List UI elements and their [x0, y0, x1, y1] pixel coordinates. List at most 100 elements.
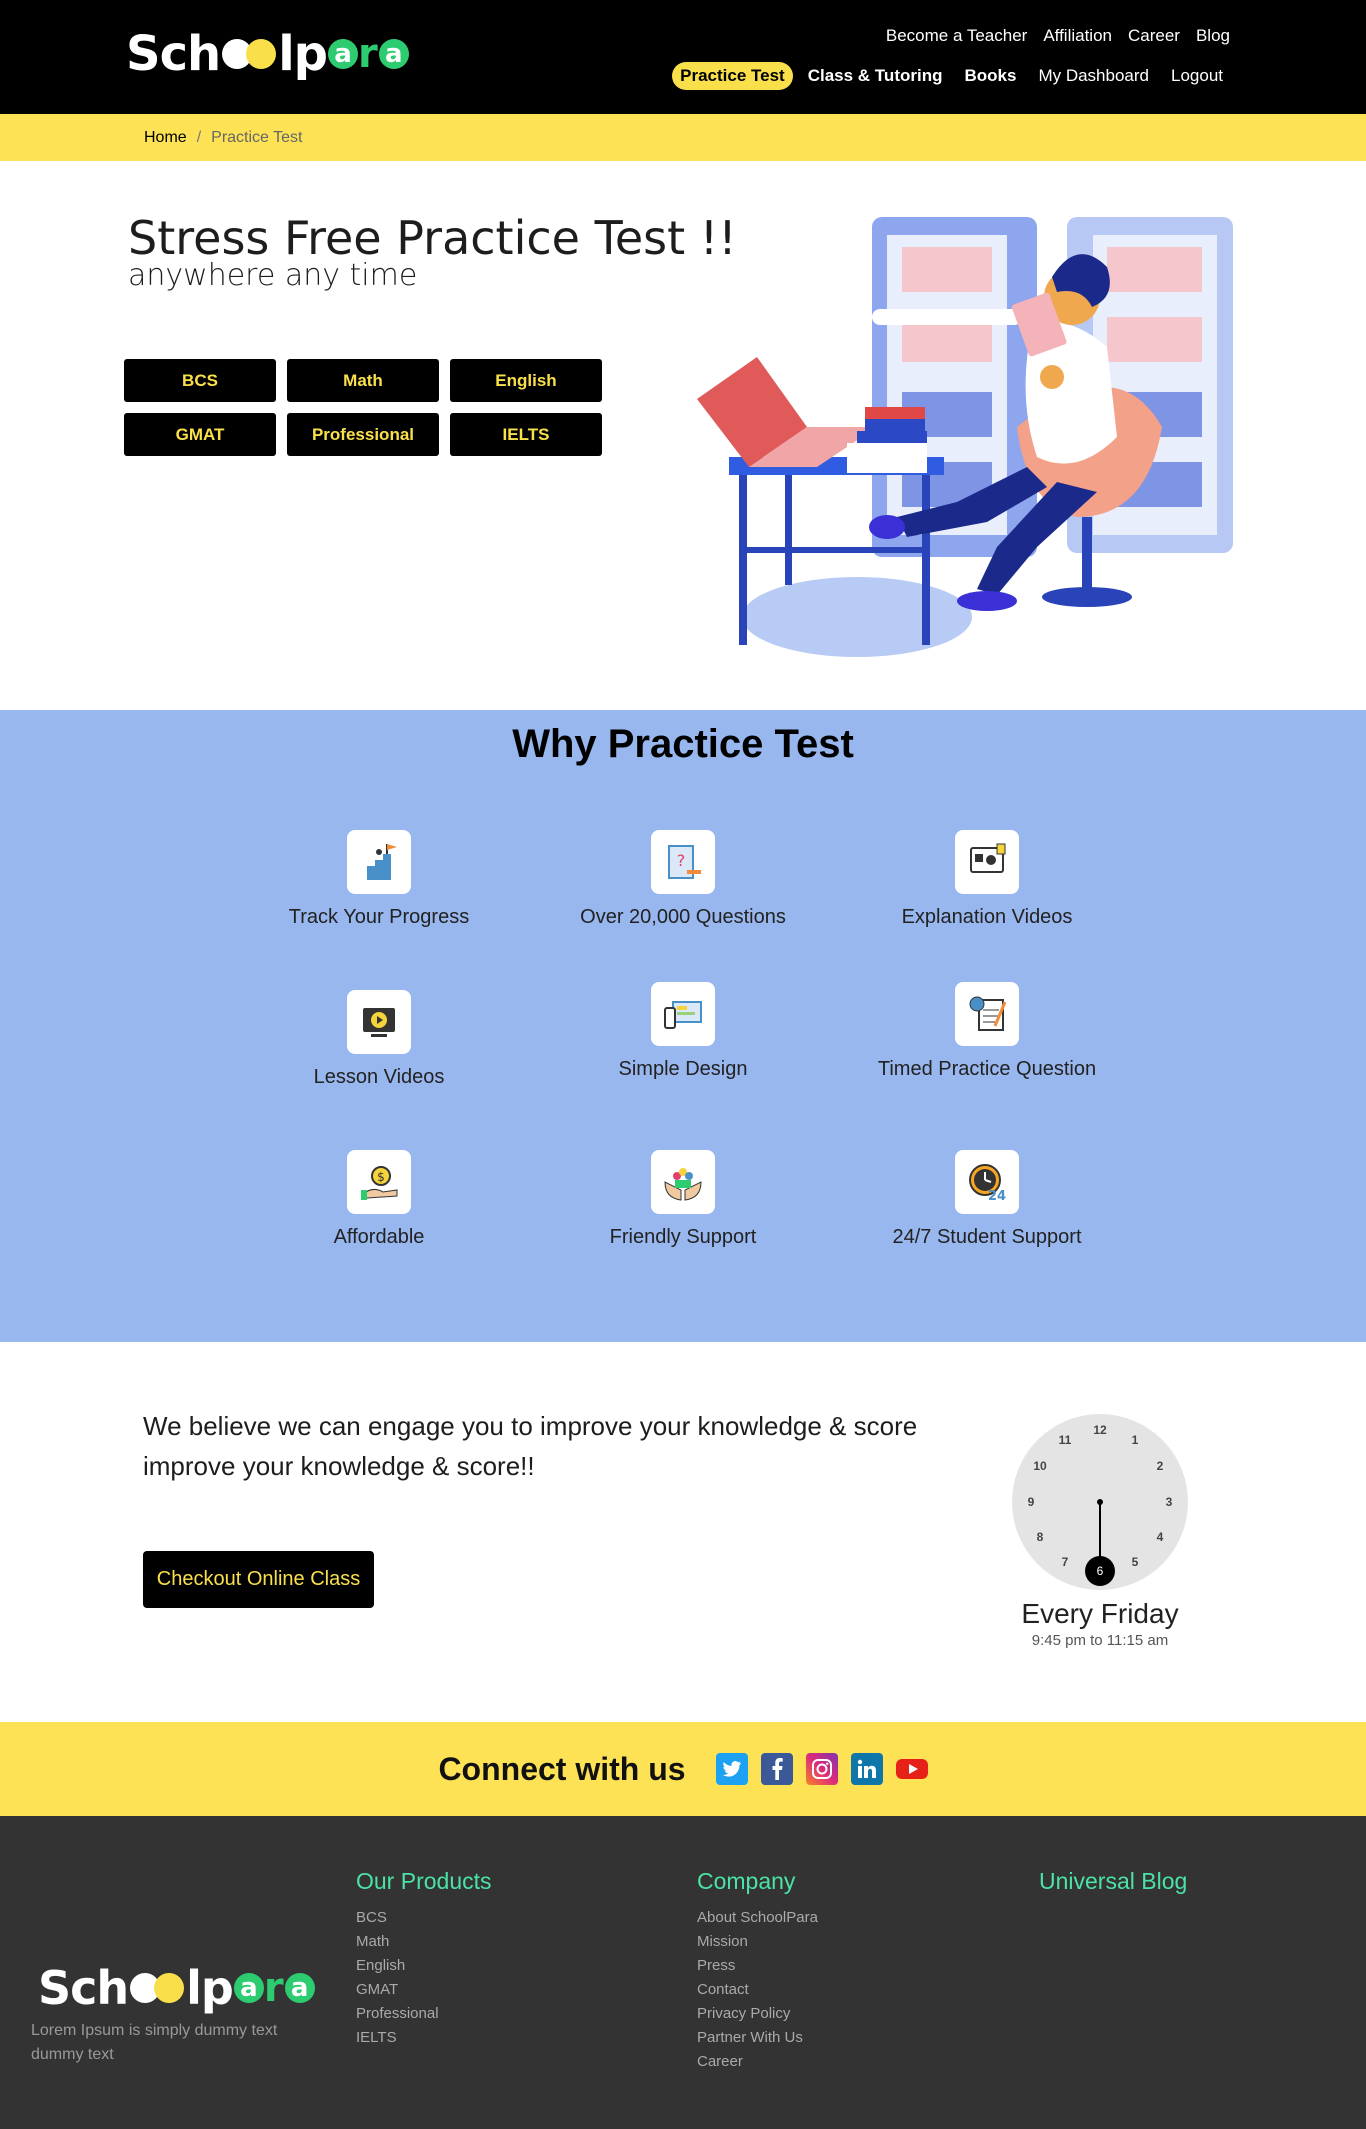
feature-timed-practice: Timed Practice Question [847, 982, 1127, 1081]
subject-chips: BCS Math English GMAT Professional IELTS [124, 359, 602, 456]
feature-label: Lesson Videos [313, 1066, 445, 1088]
clock-number: 1 [1131, 1433, 1139, 1447]
clock-number: 7 [1061, 1555, 1069, 1569]
footer-link[interactable]: BCS [356, 1906, 492, 1930]
footer-logo[interactable]: Sch lp a r a [38, 1961, 315, 2015]
clock-number: 3 [1165, 1495, 1173, 1509]
breadcrumb-separator: / [196, 128, 202, 146]
footer-link[interactable]: Privacy Policy [697, 2002, 818, 2026]
footer-products-title: Our Products [356, 1868, 492, 1894]
why-practice-section: Why Practice Test Track Your Progress ? … [0, 710, 1366, 1342]
facebook-icon[interactable] [760, 1753, 793, 1785]
footer-link[interactable]: English [356, 1954, 492, 1978]
feature-label: 24/7 Student Support [892, 1226, 1082, 1248]
clock-number: 9 [1027, 1495, 1035, 1509]
support-hands-icon [651, 1150, 715, 1214]
twitter-icon[interactable] [715, 1753, 748, 1785]
youtube-icon[interactable] [895, 1753, 928, 1785]
social-links [715, 1753, 928, 1785]
schoolpara-logo[interactable]: Sch lp a r a [126, 26, 409, 82]
svg-text:?: ? [677, 851, 686, 870]
footer-link[interactable]: About SchoolPara [697, 1906, 818, 1930]
clock-number: 4 [1156, 1530, 1164, 1544]
feature-explanation-videos: Explanation Videos [847, 830, 1127, 929]
footer-blog-title[interactable]: Universal Blog [1039, 1868, 1187, 1895]
feature-247-support: 24 24/7 Student Support [847, 1150, 1127, 1249]
clock-number: 12 [1093, 1423, 1107, 1437]
video-lesson-icon [955, 830, 1019, 894]
why-title: Why Practice Test [512, 722, 854, 766]
hero-subtitle: anywhere any time [128, 258, 418, 293]
coin-hand-icon: $ [347, 1150, 411, 1214]
top-links: Become a Teacher Affiliation Career Blog [886, 26, 1230, 46]
feature-label: Over 20,000 Questions [580, 906, 786, 928]
play-screen-icon [347, 990, 411, 1054]
clock-number: 2 [1156, 1459, 1164, 1473]
footer-link[interactable]: Press [697, 1954, 818, 1978]
footer-link[interactable]: IELTS [356, 2026, 492, 2050]
clock-face: 12 1 2 3 4 5 7 8 9 10 11 6 [1012, 1414, 1188, 1590]
footer-link[interactable]: Career [697, 2050, 818, 2074]
footer-description: Lorem Ipsum is simply dummy text dummy t… [31, 2022, 278, 2063]
feature-label: Affordable [333, 1226, 425, 1248]
footer-blog: Universal Blog [1039, 1868, 1187, 1906]
footer-company-title: Company [697, 1868, 796, 1894]
top-link-blog[interactable]: Blog [1196, 26, 1230, 46]
progress-flag-icon [347, 830, 411, 894]
footer-products: Our Products BCS Math English GMAT Profe… [356, 1868, 492, 2050]
checkout-online-class-button[interactable]: Checkout Online Class [143, 1551, 374, 1608]
chip-english[interactable]: English [450, 359, 602, 402]
feature-label: Friendly Support [609, 1226, 757, 1248]
clock-number: 10 [1033, 1459, 1047, 1473]
top-link-affiliation[interactable]: Affiliation [1043, 26, 1112, 46]
footer-link[interactable]: Professional [356, 2002, 492, 2026]
clock-number: 8 [1036, 1530, 1044, 1544]
nav-class-tutoring[interactable]: Class & Tutoring [801, 66, 950, 86]
linkedin-icon[interactable] [850, 1753, 883, 1785]
breadcrumb-current: Practice Test [211, 128, 303, 146]
footer-link[interactable]: GMAT [356, 1978, 492, 2002]
question-doc-icon: ? [651, 830, 715, 894]
site-header: Sch lp a r a Become a Teacher Affiliatio… [0, 0, 1366, 114]
feature-affordable: $ Affordable [239, 1150, 519, 1249]
feature-friendly-support: Friendly Support [543, 1150, 823, 1249]
chip-math[interactable]: Math [287, 359, 439, 402]
chip-gmat[interactable]: GMAT [124, 413, 276, 456]
svg-text:$: $ [377, 1170, 385, 1184]
nav-logout[interactable]: Logout [1164, 66, 1230, 86]
breadcrumb-home[interactable]: Home [144, 129, 187, 147]
hero-section: Stress Free Practice Test !! anywhere an… [0, 161, 1366, 710]
believe-section: We believe we can engage you to improve … [0, 1342, 1366, 1722]
feature-questions: ? Over 20,000 Questions [543, 830, 823, 929]
footer-link[interactable]: Mission [697, 1930, 818, 1954]
instagram-icon[interactable] [805, 1753, 838, 1785]
nav-my-dashboard[interactable]: My Dashboard [1031, 66, 1156, 86]
clock-center [1097, 1499, 1103, 1505]
schedule-day: Every Friday [1021, 1598, 1179, 1629]
clock-number-six: 6 [1085, 1556, 1115, 1586]
believe-text: We believe we can engage you to improve … [143, 1411, 918, 1481]
feature-simple-design: Simple Design [543, 982, 823, 1081]
footer-link[interactable]: Partner With Us [697, 2026, 818, 2050]
feature-label: Timed Practice Question [877, 1058, 1097, 1080]
nav-books[interactable]: Books [957, 66, 1023, 86]
chip-professional[interactable]: Professional [287, 413, 439, 456]
top-link-career[interactable]: Career [1128, 26, 1180, 46]
devices-icon [651, 982, 715, 1046]
footer-link[interactable]: Math [356, 1930, 492, 1954]
student-study-illustration [697, 217, 1233, 657]
feature-label: Track Your Progress [288, 906, 470, 928]
feature-lesson-videos: Lesson Videos [239, 990, 519, 1089]
chip-bcs[interactable]: BCS [124, 359, 276, 402]
connect-section: Connect with us [0, 1722, 1366, 1816]
schedule-widget: 12 1 2 3 4 5 7 8 9 10 11 6 Every Friday … [1012, 1414, 1188, 1649]
nav-practice-test[interactable]: Practice Test [672, 62, 793, 90]
footer-link[interactable]: Contact [697, 1978, 818, 2002]
feature-track-progress: Track Your Progress [239, 830, 519, 929]
clock-number: 11 [1058, 1433, 1072, 1447]
timer-doc-icon [955, 982, 1019, 1046]
clock-number: 5 [1131, 1555, 1139, 1569]
chip-ielts[interactable]: IELTS [450, 413, 602, 456]
main-nav: Practice Test Class & Tutoring Books My … [672, 62, 1230, 90]
top-link-become-teacher[interactable]: Become a Teacher [886, 26, 1027, 46]
